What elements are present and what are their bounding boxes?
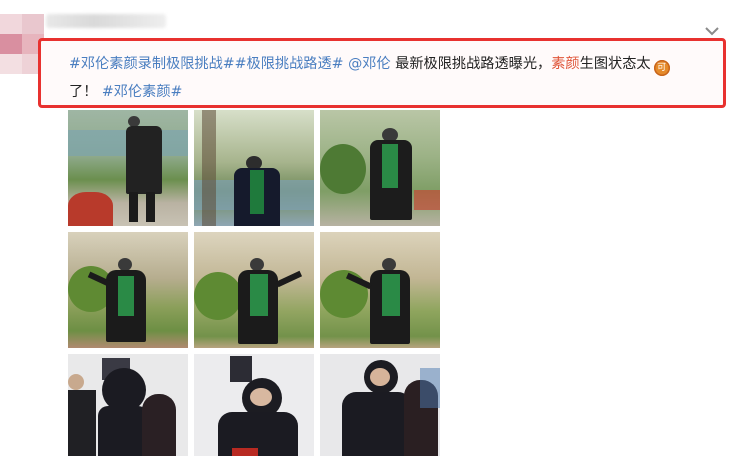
gallery-photo-1[interactable] [68, 110, 188, 226]
gallery-photo-7[interactable] [68, 354, 188, 456]
gallery-photo-2[interactable] [194, 110, 314, 226]
hashtag-link[interactable]: #邓伦素颜录制极限挑战# [69, 56, 235, 72]
hashtag-link[interactable]: #极限挑战路透# [235, 56, 344, 72]
post-text-highlight-box: #邓伦素颜录制极限挑战##极限挑战路透# @邓伦 最新极限挑战路透曝光，素颜生图… [38, 38, 726, 108]
username-blurred[interactable] [46, 14, 166, 28]
gallery-photo-6[interactable] [320, 232, 440, 348]
post-body-text: 生图状态太 [579, 56, 651, 72]
chevron-down-icon[interactable] [704, 22, 720, 36]
keyword-text: 素颜 [551, 56, 580, 72]
mention-link[interactable]: @邓伦 [348, 56, 391, 72]
post-body-text: 最新极限挑战路透曝光， [390, 56, 552, 72]
photo-gallery [68, 110, 440, 456]
gallery-photo-4[interactable] [68, 232, 188, 348]
post-body-text: 了！ [69, 84, 98, 100]
post-text: #邓伦素颜录制极限挑战##极限挑战路透# @邓伦 最新极限挑战路透曝光，素颜生图… [69, 50, 719, 106]
hashtag-link[interactable]: #邓伦素颜# [102, 84, 183, 100]
gallery-photo-8[interactable] [194, 354, 314, 456]
gallery-photo-9[interactable] [320, 354, 440, 456]
gallery-photo-5[interactable] [194, 232, 314, 348]
cute-emoji-icon: 可 [653, 60, 670, 76]
gallery-photo-3[interactable] [320, 110, 440, 226]
